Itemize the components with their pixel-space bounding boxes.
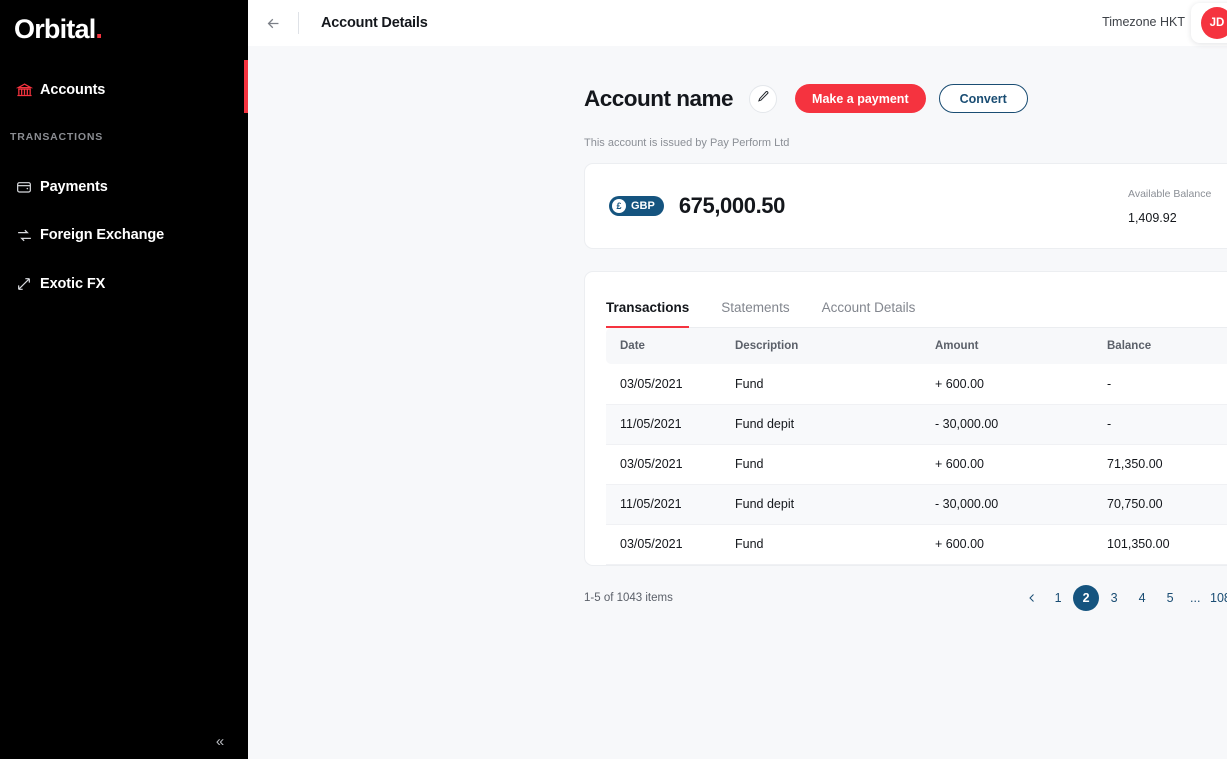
sidebar-item-accounts[interactable]: Accounts: [0, 73, 248, 107]
column-header-date: Date: [606, 328, 721, 364]
sidebar-item-label: Foreign Exchange: [40, 227, 165, 243]
cell-description: Fund: [721, 524, 921, 565]
panel-tabs: Transactions Statements Account Details …: [606, 272, 1227, 328]
balance-section: £ GBP 675,000.50 Available Balance 1,409…: [584, 163, 1227, 249]
cell-amount: + 600.00: [921, 524, 1093, 565]
diagonal-arrows-icon: [8, 276, 40, 292]
balance-meta: Available Balance 1,409.92 Total Balance…: [1128, 188, 1227, 225]
convert-button[interactable]: Convert: [938, 84, 1028, 113]
cell-date: 11/05/2021: [606, 404, 721, 445]
table-head: Date Description Amount Balance Status: [606, 328, 1227, 364]
sidebar-item-label: Payments: [40, 179, 108, 195]
pagination-page-1[interactable]: 1: [1045, 585, 1071, 611]
timezone-label: Timezone HKT: [1102, 15, 1185, 29]
cell-amount: + 600.00: [921, 364, 1093, 405]
tab-transactions[interactable]: Transactions: [606, 300, 690, 328]
edit-account-name-button[interactable]: [749, 84, 778, 113]
app-root: Orbital. Accounts TRANSACTIONS Payments: [0, 0, 1227, 759]
tab-account-details[interactable]: Account Details: [822, 300, 916, 327]
balance-card: £ GBP 675,000.50 Available Balance 1,409…: [584, 163, 1227, 249]
transactions-table: Date Description Amount Balance Status 0…: [606, 328, 1227, 565]
available-balance-value: 1,409.92: [1128, 210, 1177, 225]
double-chevron-left-icon: «: [215, 732, 225, 750]
cell-amount: + 600.00: [921, 444, 1093, 485]
bank-icon: [8, 82, 40, 99]
account-header-row: Account name Make a payment Convert: [584, 84, 1227, 113]
main-region: Account Details Timezone HKT JD Client N…: [248, 0, 1227, 759]
avatar: JD: [1201, 7, 1227, 39]
pagination-ellipsis: ...: [1190, 590, 1201, 605]
sidebar-item-label: Accounts: [40, 82, 106, 98]
cell-description: Fund depit: [721, 484, 921, 525]
pagination-controls: 1 2 3 4 5 ... 108 5 per page: [1020, 583, 1227, 613]
table-row[interactable]: 11/05/2021 Fund depit - 30,000.00 - ! Pr…: [606, 404, 1227, 445]
tab-statements[interactable]: Statements: [721, 300, 789, 327]
column-header-amount: Amount: [921, 328, 1093, 364]
pagination: 1-5 of 1043 items 1 2 3 4 5 ... 108: [584, 582, 1227, 614]
available-balance-label: Available Balance: [1128, 187, 1212, 200]
issued-note: This account is issued by Pay Perform Lt…: [584, 137, 790, 149]
cell-date: 03/05/2021: [606, 364, 721, 405]
sidebar-item-foreign-exchange[interactable]: Foreign Exchange: [0, 218, 248, 252]
table-body: 03/05/2021 Fund + 600.00 - ! Pending app…: [606, 364, 1227, 565]
client-switcher[interactable]: JD Client Name Ltd: [1191, 3, 1227, 43]
cell-date: 03/05/2021: [606, 524, 721, 565]
page-title: Account Details: [321, 15, 428, 31]
cell-balance: 70,750.00: [1093, 484, 1227, 525]
table-row[interactable]: 03/05/2021 Fund + 600.00 101,350.00 ✕ Fa…: [606, 524, 1227, 565]
cell-amount: - 30,000.00: [921, 404, 1093, 445]
make-a-payment-button[interactable]: Make a payment: [795, 84, 926, 113]
cell-description: Fund depit: [721, 404, 921, 445]
table-header-row: Date Description Amount Balance Status: [606, 328, 1227, 364]
pound-symbol-icon: £: [612, 199, 626, 213]
cell-balance: 101,350.00: [1093, 524, 1227, 565]
pagination-prev-button[interactable]: [1020, 586, 1044, 610]
column-header-description: Description: [721, 328, 921, 364]
pagination-page-3[interactable]: 3: [1101, 585, 1127, 611]
sidebar-item-label: Exotic FX: [40, 276, 106, 292]
pagination-page-2[interactable]: 2: [1073, 584, 1100, 611]
column-header-balance: Balance: [1093, 328, 1227, 364]
app-logo[interactable]: Orbital.: [14, 14, 103, 45]
cell-balance: 71,350.00: [1093, 444, 1227, 485]
exchange-icon: [8, 227, 40, 244]
cell-date: 11/05/2021: [606, 484, 721, 525]
logo-text: Orbital: [14, 14, 96, 44]
balance-amount: 675,000.50: [678, 193, 786, 218]
table-row[interactable]: 03/05/2021 Fund + 600.00 - ! Pending app…: [606, 364, 1227, 405]
sidebar-collapse-button[interactable]: «: [205, 726, 235, 756]
sidebar: Orbital. Accounts TRANSACTIONS Payments: [0, 0, 248, 759]
sidebar-item-payments[interactable]: Payments: [0, 170, 248, 204]
sidebar-item-exotic-fx[interactable]: Exotic FX: [0, 267, 248, 301]
currency-badge: £ GBP: [609, 196, 664, 216]
cell-amount: - 30,000.00: [921, 484, 1093, 525]
cell-balance: -: [1093, 364, 1227, 405]
content-area: Account name Make a payment Convert This…: [248, 84, 1227, 614]
pagination-info: 1-5 of 1043 items: [584, 591, 673, 604]
table-row[interactable]: 03/05/2021 Fund + 600.00 71,350.00 ✓ Com…: [606, 444, 1227, 485]
pagination-page-5[interactable]: 5: [1157, 585, 1183, 611]
cell-date: 03/05/2021: [606, 444, 721, 485]
pencil-icon: [757, 90, 770, 108]
topbar: Account Details Timezone HKT JD Client N…: [248, 0, 1227, 46]
cell-description: Fund: [721, 444, 921, 485]
pagination-last-page[interactable]: 108: [1207, 585, 1227, 611]
cell-description: Fund: [721, 364, 921, 405]
table-row[interactable]: 11/05/2021 Fund depit - 30,000.00 70,750…: [606, 484, 1227, 525]
logo-dot: .: [95, 14, 103, 44]
available-balance-block: Available Balance 1,409.92: [1128, 188, 1227, 225]
pagination-page-4[interactable]: 4: [1129, 585, 1155, 611]
topbar-divider: [298, 12, 299, 34]
transactions-panel: Transactions Statements Account Details …: [584, 271, 1227, 566]
sidebar-section-label: TRANSACTIONS: [10, 131, 104, 143]
back-button[interactable]: [248, 15, 298, 32]
account-name: Account name: [584, 85, 734, 111]
wallet-icon: [8, 179, 40, 195]
cell-balance: -: [1093, 404, 1227, 445]
currency-code: GBP: [631, 200, 655, 212]
